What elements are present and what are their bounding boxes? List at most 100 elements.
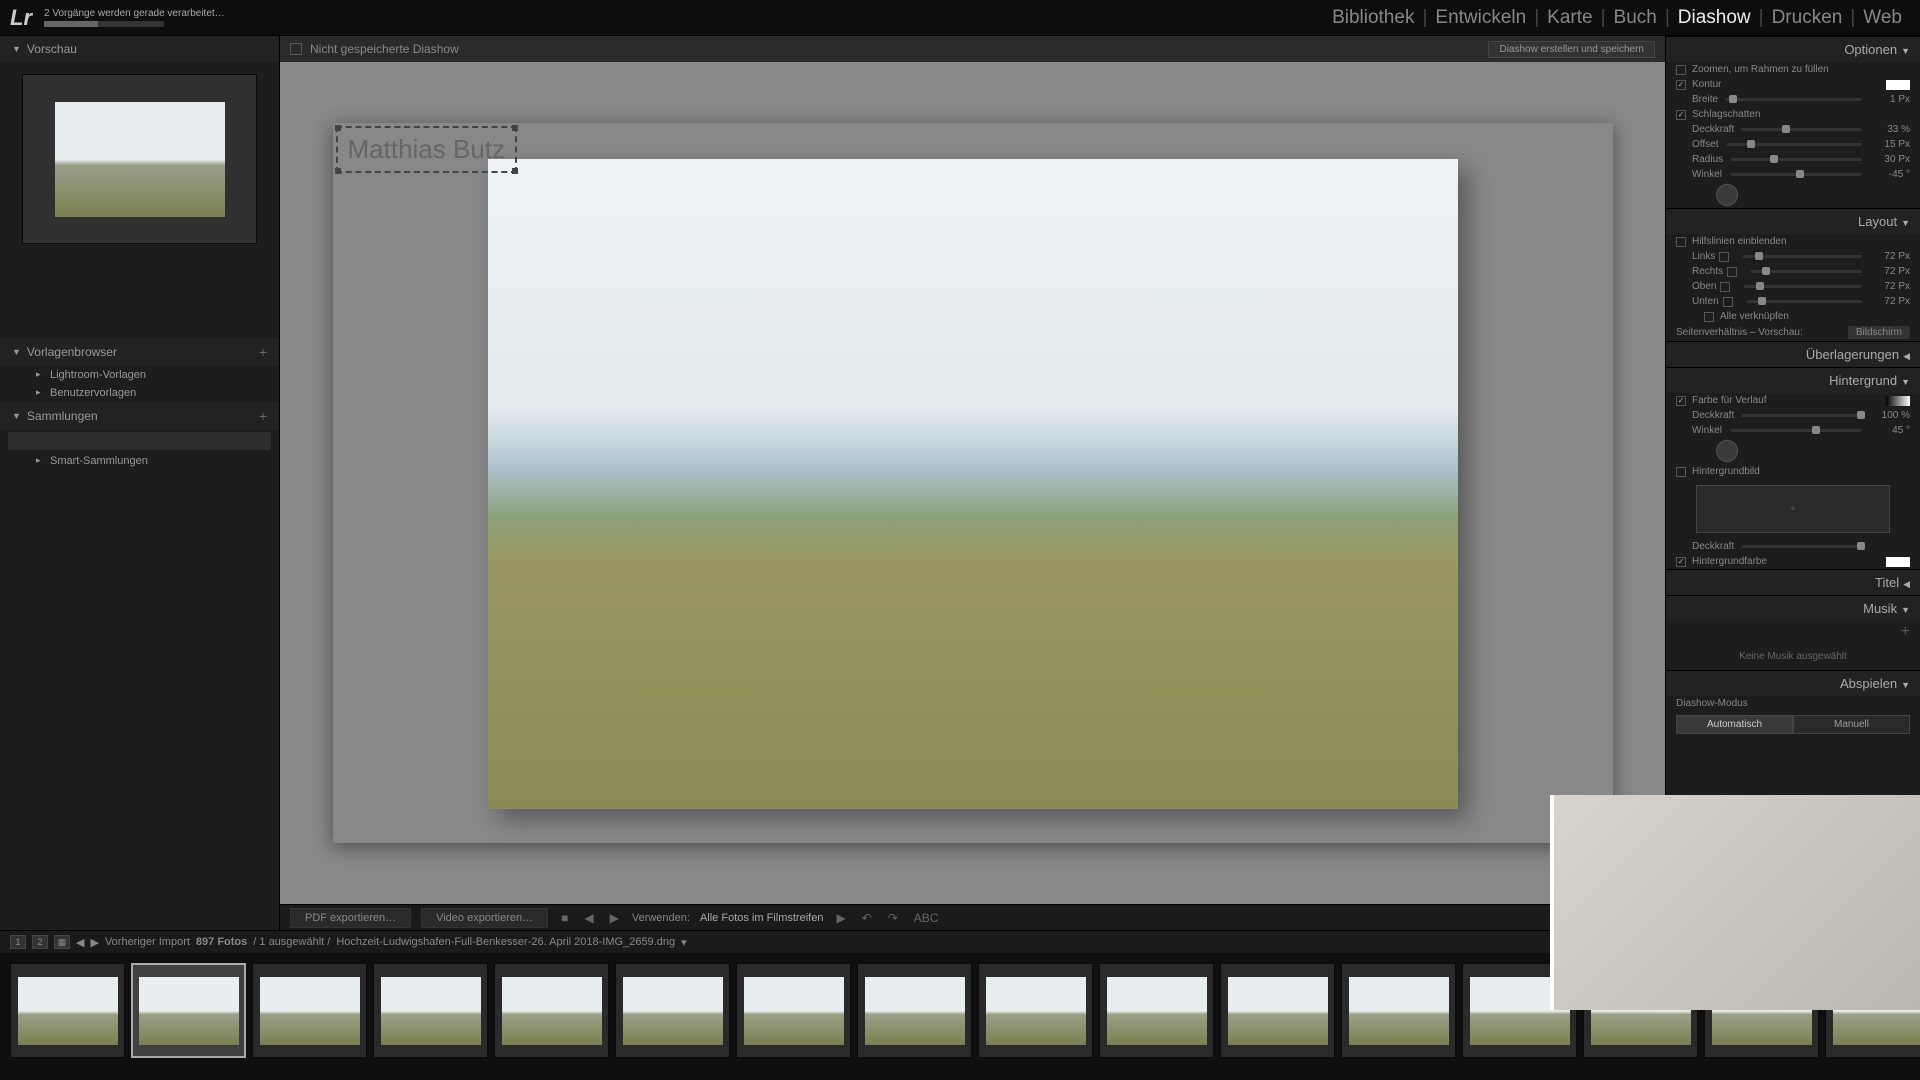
play-button[interactable]: ▶ <box>833 911 848 925</box>
save-slideshow-button[interactable]: Diashow erstellen und speichern <box>1488 41 1655 58</box>
guide-bottom-slider[interactable] <box>1747 300 1862 303</box>
grid-view-button[interactable]: ▦ <box>54 935 70 949</box>
use-dropdown[interactable]: Alle Fotos im Filmstreifen <box>700 912 823 924</box>
shadow-offset-slider[interactable] <box>1727 143 1863 146</box>
bg-angle-dial[interactable] <box>1716 440 1738 462</box>
path-dropdown-icon[interactable]: ▾ <box>681 936 687 949</box>
film-thumb[interactable] <box>615 963 730 1058</box>
rotate-ccw-button[interactable]: ↶ <box>859 911 875 925</box>
film-thumb[interactable] <box>10 963 125 1058</box>
second-window-button[interactable]: 2 <box>32 935 48 949</box>
saved-checkbox[interactable] <box>290 43 302 55</box>
bg-angle-slider[interactable] <box>1730 429 1862 432</box>
options-header[interactable]: Optionen▼ <box>1666 36 1920 62</box>
main-window-button[interactable]: 1 <box>10 935 26 949</box>
shadow-opacity-slider[interactable] <box>1742 128 1862 131</box>
film-thumb[interactable] <box>736 963 851 1058</box>
stroke-row[interactable]: Kontur <box>1666 77 1920 92</box>
template-folder-user[interactable]: Benutzervorlagen <box>0 384 279 402</box>
nav-back-button[interactable]: ◀ <box>76 936 84 949</box>
template-folder-lightroom[interactable]: Lightroom-Vorlagen <box>0 366 279 384</box>
preview-panel-header[interactable]: ▼ Vorschau <box>0 36 279 62</box>
next-button[interactable]: ▶ <box>607 911 622 925</box>
resize-handle[interactable] <box>512 168 518 174</box>
overlays-header[interactable]: Überlagerungen◀ <box>1666 341 1920 367</box>
prev-button[interactable]: ◀ <box>581 911 596 925</box>
identity-plate-overlay[interactable]: Matthias Butz <box>336 126 518 173</box>
shadow-radius-slider[interactable] <box>1731 158 1862 161</box>
nav-fwd-button[interactable]: ▶ <box>90 936 98 949</box>
angle-dial[interactable] <box>1716 184 1738 206</box>
export-video-button[interactable]: Video exportieren… <box>421 908 548 928</box>
resize-handle[interactable] <box>512 125 518 131</box>
templates-panel-header[interactable]: ▼ Vorlagenbrowser + <box>0 338 279 366</box>
stroke-width-row: Breite1 Px <box>1666 92 1920 107</box>
bg-img-opacity-slider[interactable] <box>1742 545 1862 548</box>
module-nav: Bibliothek| Entwickeln| Karte| Buch| Dia… <box>1324 7 1910 29</box>
add-collection-button[interactable]: + <box>259 408 267 424</box>
nav-slideshow[interactable]: Diashow <box>1670 7 1759 29</box>
nav-develop[interactable]: Entwickeln <box>1427 7 1534 29</box>
nav-library[interactable]: Bibliothek <box>1324 7 1422 29</box>
film-thumb[interactable] <box>373 963 488 1058</box>
collections-panel-header[interactable]: ▼ Sammlungen + <box>0 402 279 430</box>
mode-manual-tab[interactable]: Manuell <box>1793 715 1910 734</box>
bg-opacity-slider[interactable] <box>1742 414 1862 417</box>
guide-right-slider[interactable] <box>1751 270 1862 273</box>
add-template-button[interactable]: + <box>259 344 267 360</box>
bg-color-row[interactable]: Hintergrundfarbe <box>1666 554 1920 569</box>
stroke-width-slider[interactable] <box>1726 98 1862 101</box>
export-pdf-button[interactable]: PDF exportieren… <box>290 908 411 928</box>
shadow-row[interactable]: Schlagschatten <box>1666 107 1920 122</box>
film-thumb[interactable] <box>252 963 367 1058</box>
title-header[interactable]: Titel◀ <box>1666 569 1920 595</box>
film-thumb[interactable] <box>131 963 246 1058</box>
guide-left-slider[interactable] <box>1743 255 1862 258</box>
collection-row-empty[interactable] <box>8 432 271 450</box>
film-thumb[interactable] <box>1341 963 1456 1058</box>
rotate-cw-button[interactable]: ↷ <box>885 911 901 925</box>
nav-book[interactable]: Buch <box>1606 7 1665 29</box>
preview-thumbnail[interactable] <box>22 74 257 244</box>
guides-row[interactable]: Hilfslinien einblenden <box>1666 234 1920 249</box>
nav-map[interactable]: Karte <box>1539 7 1600 29</box>
gradient-swatch[interactable] <box>1886 396 1910 406</box>
film-thumb[interactable] <box>1220 963 1335 1058</box>
music-header[interactable]: Musik▼ <box>1666 595 1920 621</box>
stop-button[interactable]: ■ <box>558 911 571 925</box>
zoom-fill-row[interactable]: Zoomen, um Rahmen zu füllen <box>1666 62 1920 77</box>
background-header[interactable]: Hintergrund▼ <box>1666 367 1920 393</box>
slide-image[interactable] <box>488 159 1458 809</box>
slide-canvas[interactable]: Matthias Butz <box>280 62 1665 904</box>
film-thumb[interactable] <box>494 963 609 1058</box>
gradient-row[interactable]: Farbe für Verlauf <box>1666 393 1920 408</box>
aspect-dropdown[interactable]: Bildschirm <box>1848 326 1910 339</box>
resize-handle[interactable] <box>335 168 341 174</box>
nav-print[interactable]: Drucken <box>1764 7 1851 29</box>
film-thumb[interactable] <box>978 963 1093 1058</box>
playback-header[interactable]: Abspielen▼ <box>1666 670 1920 696</box>
guide-top-slider[interactable] <box>1744 285 1862 288</box>
nav-web[interactable]: Web <box>1855 7 1910 29</box>
file-path[interactable]: Hochzeit-Ludwigshafen-Full-Benkesser-26.… <box>336 936 675 948</box>
progress-text: 2 Vorgänge werden gerade verarbeitet… <box>44 8 225 19</box>
bg-image-row[interactable]: Hintergrundbild <box>1666 464 1920 479</box>
text-tool-button[interactable]: ABC <box>911 911 942 925</box>
smart-collections-item[interactable]: Smart-Sammlungen <box>0 452 279 470</box>
overlay-text: Matthias Butz <box>348 134 506 164</box>
no-music-label: Keine Musik ausgewählt <box>1666 643 1920 670</box>
mode-auto-tab[interactable]: Automatisch <box>1676 715 1793 734</box>
chevron-down-icon: ▼ <box>12 44 21 54</box>
layout-header[interactable]: Layout▼ <box>1666 208 1920 234</box>
film-thumb[interactable] <box>857 963 972 1058</box>
resize-handle[interactable] <box>335 125 341 131</box>
shadow-angle-slider[interactable] <box>1730 173 1862 176</box>
bg-image-well[interactable]: + <box>1696 485 1890 533</box>
add-music-button[interactable]: + <box>1901 623 1910 641</box>
top-bar: Lr 2 Vorgänge werden gerade verarbeitet…… <box>0 0 1920 36</box>
source-label[interactable]: Vorheriger Import <box>105 936 190 948</box>
bg-color-swatch[interactable] <box>1886 557 1910 567</box>
use-label: Verwenden: <box>632 912 690 924</box>
stroke-color-swatch[interactable] <box>1886 80 1910 90</box>
film-thumb[interactable] <box>1099 963 1214 1058</box>
